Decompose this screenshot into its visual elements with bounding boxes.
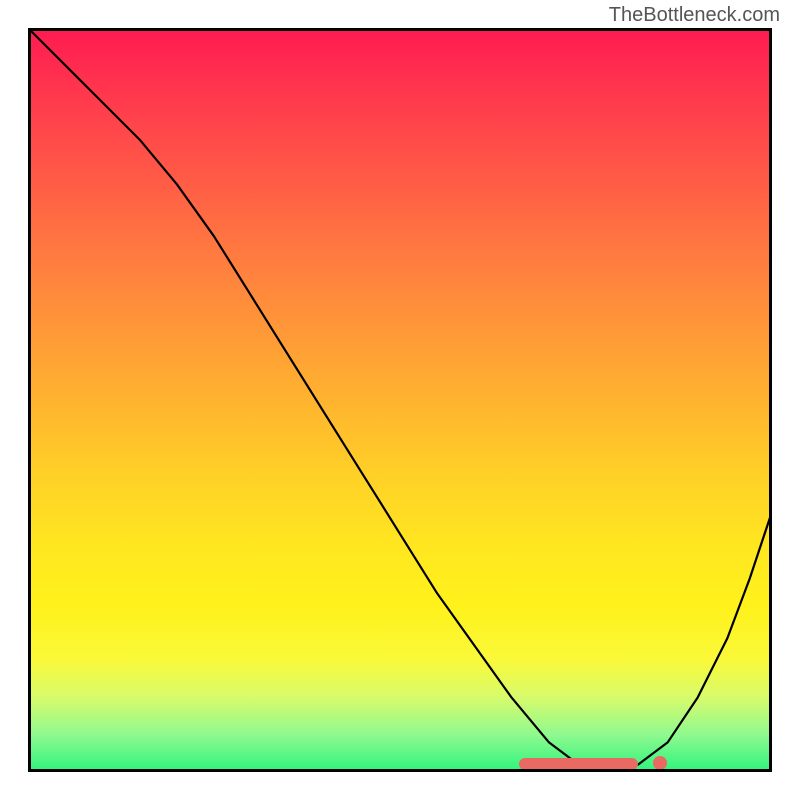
plot-area	[28, 28, 772, 772]
watermark-text: TheBottleneck.com	[609, 4, 780, 27]
optimal-range-marker	[519, 758, 638, 770]
bottleneck-curve	[28, 28, 772, 772]
